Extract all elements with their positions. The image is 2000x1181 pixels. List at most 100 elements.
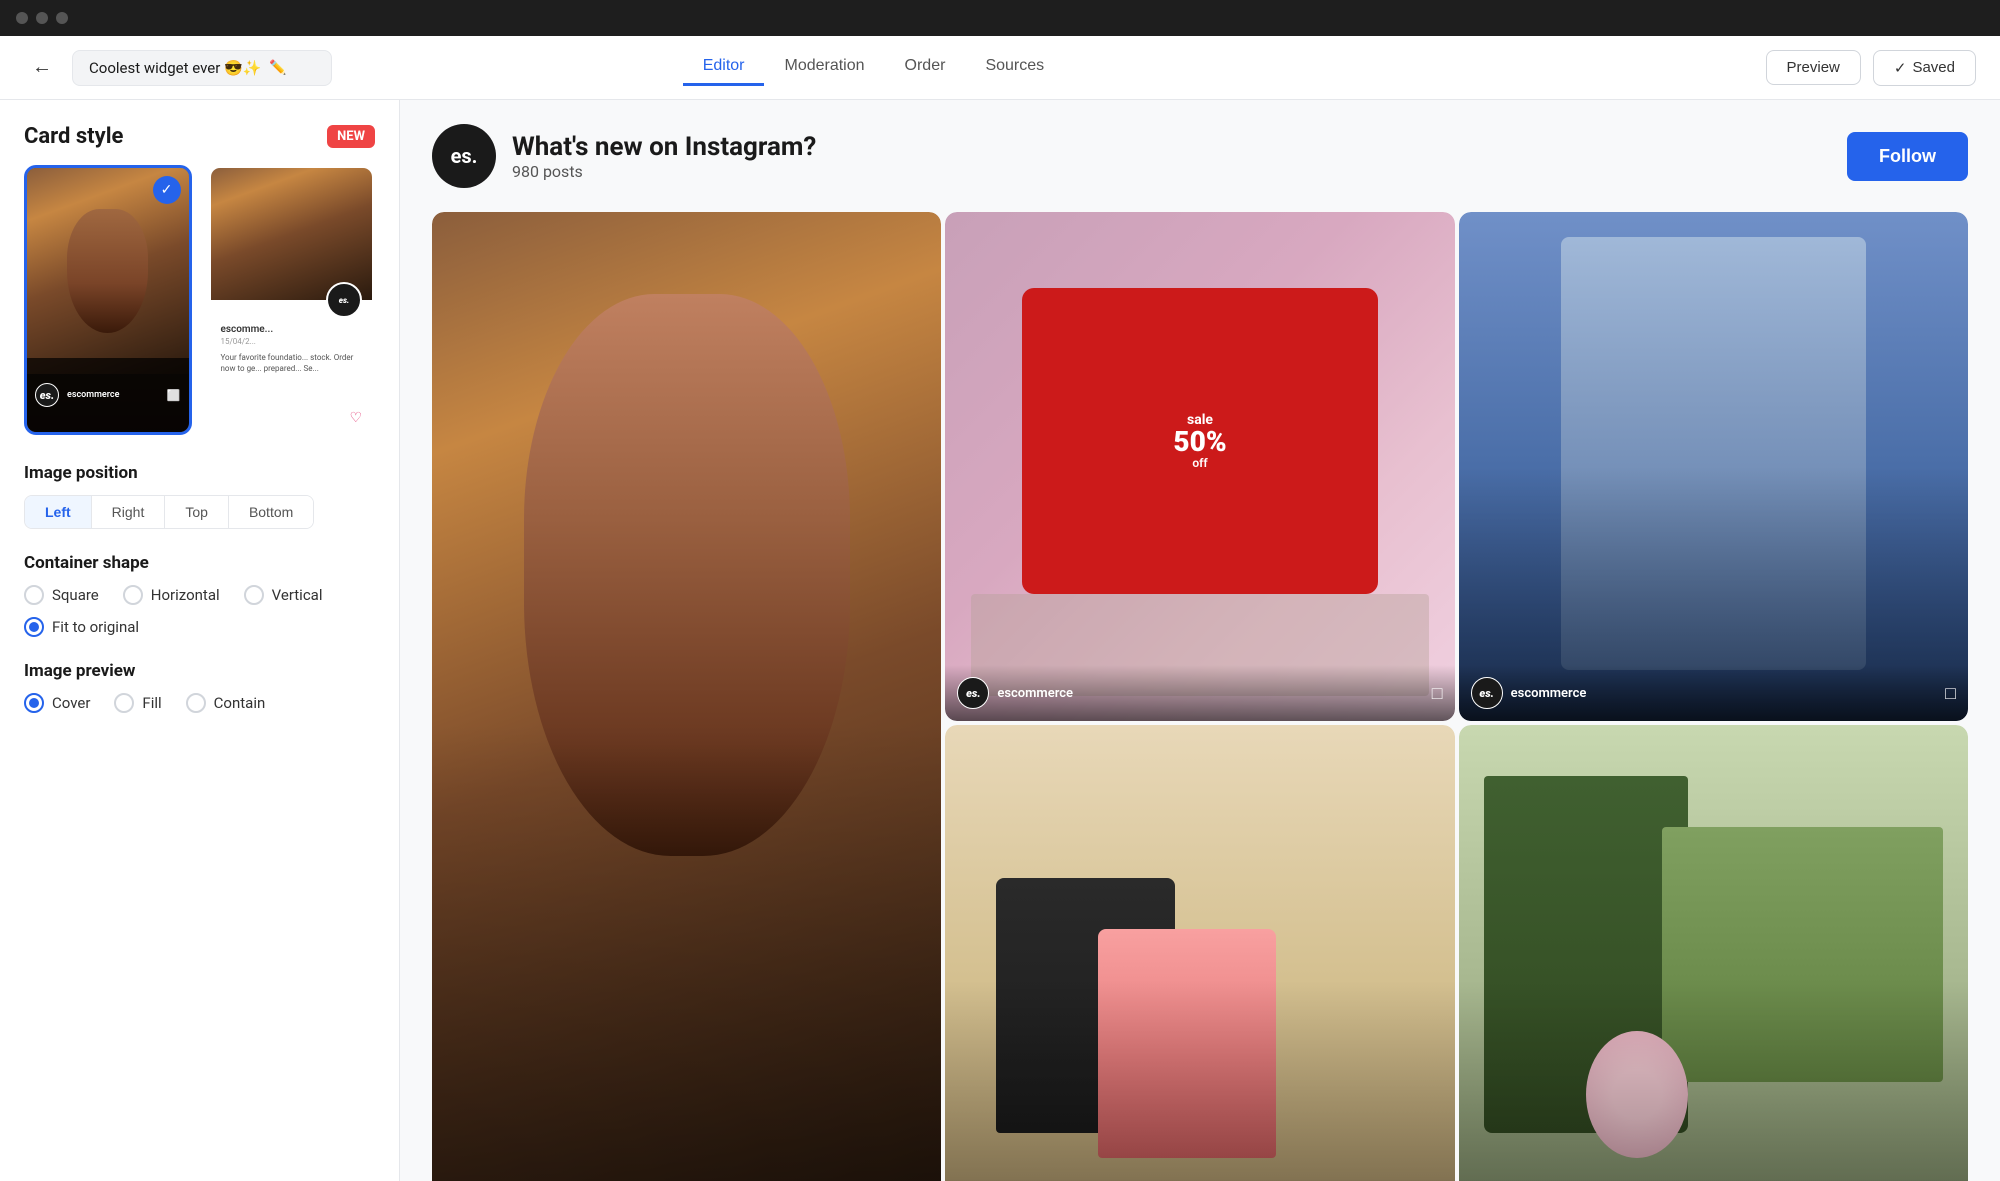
- preview-cover-label: Cover: [52, 694, 90, 712]
- title-text: Coolest widget ever 😎✨: [89, 59, 261, 77]
- card-img-2: es. escomme... 15/04/2... Your favorite …: [211, 168, 373, 432]
- card-style-title: Card style: [24, 124, 123, 149]
- pos-bottom-btn[interactable]: Bottom: [229, 496, 313, 528]
- tab-editor[interactable]: Editor: [683, 49, 765, 86]
- card-img-2-photo: es.: [211, 168, 373, 300]
- photo-item-fashion[interactable]: es. escommerce □: [1459, 212, 1968, 721]
- card-username-sm-1: escommerce: [67, 390, 119, 400]
- container-shape-options: Square Horizontal Vertical Fit to origin…: [24, 585, 375, 637]
- shape-horizontal-radio: [123, 585, 143, 605]
- tab-sources[interactable]: Sources: [965, 49, 1064, 86]
- card-img-2-name: escomme...: [221, 324, 363, 335]
- shape-vertical-radio: [244, 585, 264, 605]
- card-check-icon: ✓: [153, 176, 181, 204]
- shape-square-radio: [24, 585, 44, 605]
- pos-left-btn[interactable]: Left: [25, 496, 92, 528]
- preview-cover-radio: [24, 693, 44, 713]
- pos-top-btn[interactable]: Top: [165, 496, 229, 528]
- position-buttons: Left Right Top Bottom: [24, 495, 314, 529]
- photo-grid: es. escommerce □ sale 50% off: [432, 212, 1968, 1181]
- photo-username-sale: escommerce: [997, 686, 1073, 701]
- pos-right-btn[interactable]: Right: [92, 496, 166, 528]
- feed-info: What's new on Instagram? 980 posts: [512, 132, 816, 181]
- card-img-1-bottom: es. escommerce ⬜: [27, 358, 189, 432]
- image-preview-options: Cover Fill Contain: [24, 693, 375, 713]
- card-avatar-sm-1: es.: [35, 383, 59, 407]
- saved-label: Saved: [1912, 59, 1955, 76]
- follow-button[interactable]: Follow: [1847, 132, 1968, 181]
- sale-percent: 50%: [1173, 428, 1226, 456]
- titlebar: [0, 0, 2000, 36]
- card-style-options: es. escommerce ⬜ ✓ es.: [24, 165, 375, 435]
- card-img-1: es. escommerce ⬜: [27, 168, 189, 432]
- photo-overlay-sale: es. escommerce □: [945, 665, 1454, 721]
- card-option-2[interactable]: es. escomme... 15/04/2... Your favorite …: [208, 165, 376, 435]
- preview-contain-option[interactable]: Contain: [186, 693, 266, 713]
- preview-contain-radio: [186, 693, 206, 713]
- left-panel: Card style NEW es. escommerce ⬜: [0, 100, 400, 1181]
- preview-fill-radio: [114, 693, 134, 713]
- back-button[interactable]: ←: [24, 52, 60, 83]
- image-position-title: Image position: [24, 463, 375, 483]
- photo-item-flowers[interactable]: es. escommerce □: [1459, 725, 1968, 1181]
- photo-item-beauty[interactable]: es. escommerce □: [432, 212, 941, 1181]
- photo-overlay-fashion: es. escommerce □: [1459, 665, 1968, 721]
- shape-fit-label: Fit to original: [52, 618, 139, 636]
- shape-square-label: Square: [52, 586, 99, 604]
- titlebar-dot-2: [36, 12, 48, 24]
- image-preview-section: Image preview Cover Fill Contain: [24, 661, 375, 713]
- nav-tabs: Editor Moderation Order Sources: [683, 49, 1064, 86]
- card-img-2-avatar: es.: [326, 282, 362, 318]
- check-icon: ✓: [1894, 59, 1907, 77]
- new-badge: NEW: [327, 125, 375, 148]
- feed-avatar-text: es.: [451, 144, 478, 168]
- tab-order[interactable]: Order: [885, 49, 966, 86]
- card-img-2-footer: ♡: [211, 404, 373, 432]
- photo-ig-sale: □: [1432, 683, 1443, 704]
- container-shape-section: Container shape Square Horizontal Vertic…: [24, 553, 375, 637]
- preview-fill-label: Fill: [142, 694, 161, 712]
- preview-fill-option[interactable]: Fill: [114, 693, 161, 713]
- photo-item-sale[interactable]: sale 50% off es. escommerce □: [945, 212, 1454, 721]
- nav-right: Preview ✓ Saved: [1766, 50, 1976, 86]
- feed-subtitle: 980 posts: [512, 162, 816, 181]
- sale-off: off: [1192, 456, 1207, 470]
- shape-horizontal-option[interactable]: Horizontal: [123, 585, 220, 605]
- image-preview-title: Image preview: [24, 661, 375, 681]
- shape-square-option[interactable]: Square: [24, 585, 99, 605]
- container-shape-title: Container shape: [24, 553, 375, 573]
- saved-button[interactable]: ✓ Saved: [1873, 50, 1976, 86]
- preview-cover-option[interactable]: Cover: [24, 693, 90, 713]
- photo-avatar-sale: es.: [957, 677, 989, 709]
- shape-vertical-label: Vertical: [272, 586, 323, 604]
- edit-icon[interactable]: ✏️: [269, 60, 286, 76]
- photo-username-fashion: escommerce: [1511, 686, 1587, 701]
- feed-header: es. What's new on Instagram? 980 posts F…: [432, 124, 1968, 188]
- image-position-section: Image position Left Right Top Bottom: [24, 463, 375, 529]
- shape-fit-radio: [24, 617, 44, 637]
- card-ig-icon-2: ♡: [349, 410, 362, 426]
- preview-button[interactable]: Preview: [1766, 50, 1861, 85]
- right-content: es. What's new on Instagram? 980 posts F…: [400, 100, 2000, 1181]
- feed-avatar: es.: [432, 124, 496, 188]
- photo-item-shoes[interactable]: es. escommerce □: [945, 725, 1454, 1181]
- photo-avatar-fashion: es.: [1471, 677, 1503, 709]
- card-ig-icon-1: ⬜: [167, 389, 181, 402]
- widget-title[interactable]: Coolest widget ever 😎✨ ✏️: [72, 50, 332, 86]
- main-layout: Card style NEW es. escommerce ⬜: [0, 100, 2000, 1181]
- topnav: ← Coolest widget ever 😎✨ ✏️ Editor Moder…: [0, 36, 2000, 100]
- card-option-1[interactable]: es. escommerce ⬜ ✓: [24, 165, 192, 435]
- titlebar-dot-1: [16, 12, 28, 24]
- card-style-header: Card style NEW: [24, 124, 375, 149]
- shape-fit-option[interactable]: Fit to original: [24, 617, 139, 637]
- shape-horizontal-label: Horizontal: [151, 586, 220, 604]
- feed-title: What's new on Instagram?: [512, 132, 816, 162]
- photo-ig-fashion: □: [1945, 683, 1956, 704]
- preview-contain-label: Contain: [214, 694, 266, 712]
- shape-vertical-option[interactable]: Vertical: [244, 585, 323, 605]
- sale-card: sale 50% off: [1022, 288, 1379, 594]
- tab-moderation[interactable]: Moderation: [764, 49, 884, 86]
- titlebar-dot-3: [56, 12, 68, 24]
- card-img-2-date: 15/04/2...: [221, 337, 363, 346]
- card-img-2-text: Your favorite foundatio... stock. Order …: [221, 352, 363, 374]
